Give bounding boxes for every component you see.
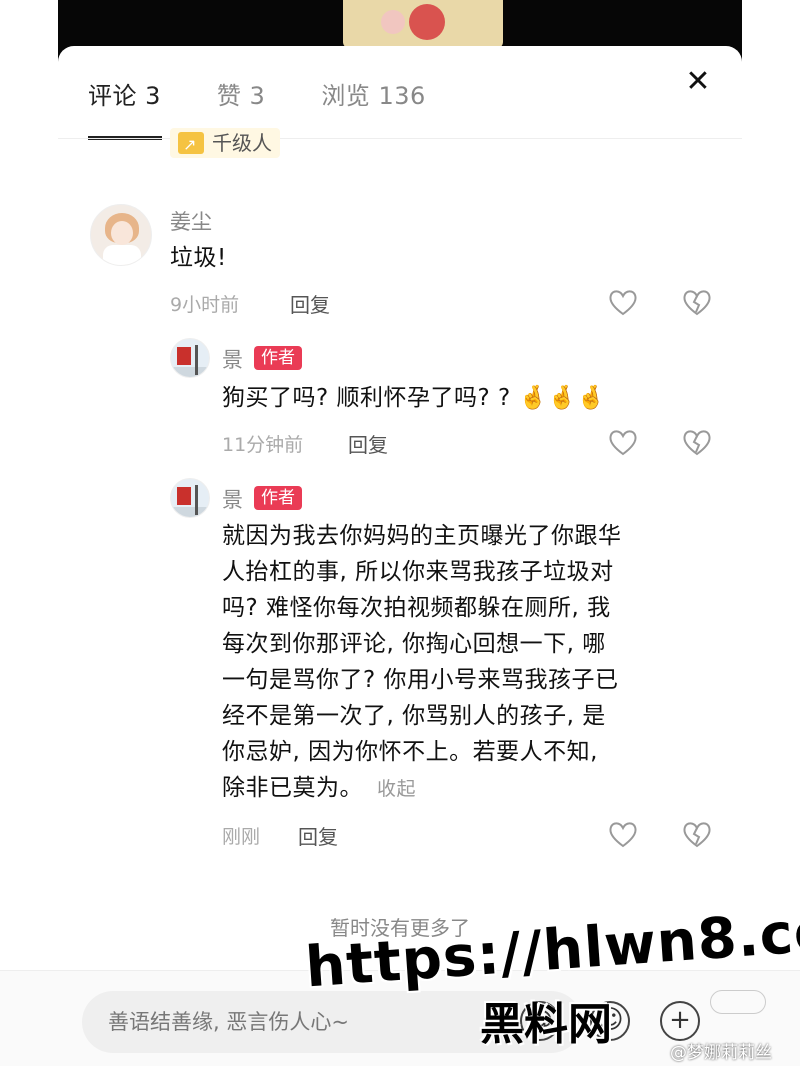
comment-line: 一句是骂你了? 你用小号来骂我孩子已	[222, 667, 619, 693]
reply-button[interactable]: 回复	[298, 821, 338, 850]
comment-text: 垃圾!	[170, 245, 227, 271]
avatar[interactable]	[90, 204, 152, 266]
reply-button[interactable]: 回复	[290, 289, 330, 318]
level-badge-label: 千级人	[212, 131, 272, 155]
tab-likes[interactable]: 赞 3	[217, 76, 265, 111]
thumbnail-strawberry	[409, 4, 445, 40]
comment-line-last: 除非已莫为。 收起	[222, 770, 722, 807]
close-icon[interactable]: ✕	[680, 64, 716, 100]
thumbnail-peach	[381, 10, 405, 34]
comment-username[interactable]: 姜尘	[170, 206, 212, 236]
level-icon	[178, 130, 204, 160]
heart-icon[interactable]	[608, 288, 638, 316]
comment-line: 经不是第一次了, 你骂别人的孩子, 是	[222, 703, 606, 729]
avatar-pole	[195, 345, 198, 375]
avatar-flag	[177, 347, 191, 365]
watermark-cn: 黑料网	[480, 999, 612, 1050]
comment-username[interactable]: 景	[222, 484, 243, 514]
heart-icon[interactable]	[608, 820, 638, 848]
dislike-icon[interactable]	[682, 288, 712, 316]
comment-body: 就因为我去你妈妈的主页曝光了你跟华 人抬杠的事, 所以你来骂我孩子垃圾对 吗? …	[222, 518, 722, 807]
dislike-icon[interactable]	[682, 428, 712, 456]
corner-badge	[710, 990, 766, 1014]
video-thumbnail	[343, 0, 503, 48]
comment-time: 11分钟前	[222, 434, 304, 456]
avatar-ground	[171, 507, 209, 517]
author-badge: 作者	[254, 486, 302, 510]
avatar[interactable]	[170, 338, 210, 378]
author-badge: 作者	[254, 346, 302, 370]
comment-line: 除非已莫为。	[222, 775, 363, 801]
comment-text: 狗买了吗? 顺利怀孕了吗? ? 🤞🤞🤞	[222, 385, 606, 411]
tab-bar: 评论 3 赞 3 浏览 136	[88, 76, 426, 111]
heart-icon[interactable]	[608, 428, 638, 456]
dislike-icon[interactable]	[682, 820, 712, 848]
comment-line: 就因为我去你妈妈的主页曝光了你跟华	[222, 523, 622, 549]
comment-username[interactable]: 景	[222, 344, 243, 374]
collapse-button[interactable]: 收起	[377, 778, 416, 800]
tab-views[interactable]: 浏览 136	[321, 76, 425, 111]
comment-line: 每次到你那评论, 你掏心回想一下, 哪	[222, 631, 606, 657]
comment-line: 你忌妒, 因为你怀不上。若要人不知,	[222, 739, 598, 765]
comment-time: 刚刚	[222, 826, 261, 848]
comment-line: 吗? 难怪你每次拍视频都躲在厕所, 我	[222, 595, 611, 621]
level-badge: 千级人	[170, 128, 280, 160]
reply-button[interactable]: 回复	[348, 429, 388, 458]
avatar[interactable]	[170, 478, 210, 518]
comment-time: 9小时前	[170, 294, 240, 316]
tab-comments[interactable]: 评论 3	[88, 76, 161, 111]
weibo-watermark: @梦娜莉莉丝	[670, 1043, 772, 1063]
avatar-face	[111, 221, 133, 245]
avatar-pole	[195, 485, 198, 515]
avatar-body	[103, 245, 141, 265]
avatar-ground	[171, 367, 209, 377]
add-icon[interactable]: +	[660, 1001, 700, 1041]
tabs-divider	[58, 138, 742, 139]
avatar-flag	[177, 487, 191, 505]
comment-line: 人抬杠的事, 所以你来骂我孩子垃圾对	[222, 559, 614, 585]
